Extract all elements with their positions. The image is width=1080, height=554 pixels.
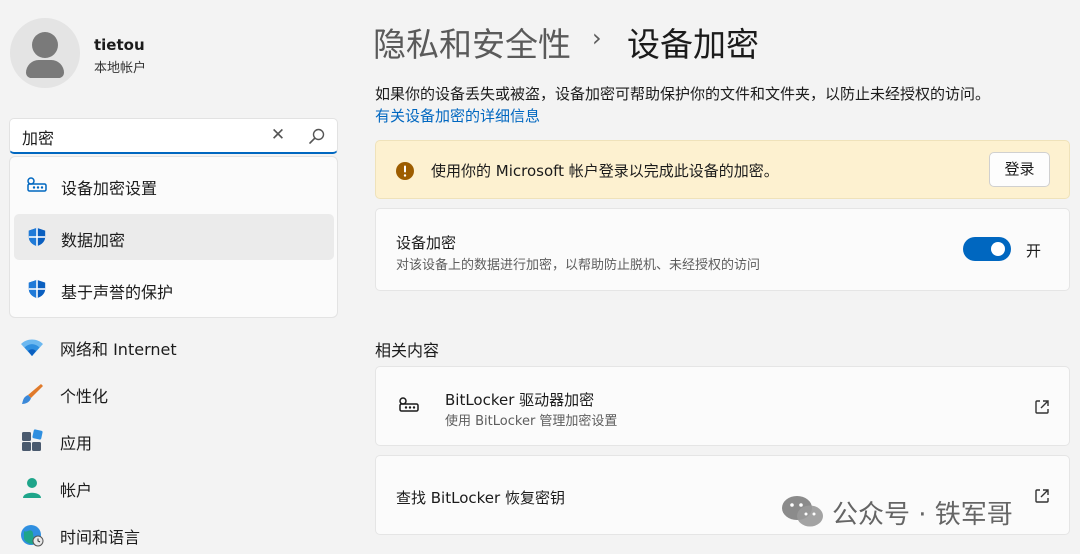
avatar-head [32, 32, 58, 58]
clear-search-icon[interactable]: ✕ [268, 125, 288, 145]
apps-icon [22, 429, 43, 451]
page-title: 设备加密 [627, 25, 759, 64]
watermark: 公众号 · 铁军哥 [780, 490, 1050, 532]
breadcrumb-separator: › [592, 24, 602, 52]
shield-icon [28, 279, 46, 299]
suggestion-data-encryption[interactable]: 数据加密 [14, 214, 334, 260]
sidebar-item-label: 应用 [60, 434, 93, 453]
warning-icon [396, 162, 414, 180]
recovery-key-title: 查找 BitLocker 恢复密钥 [396, 489, 565, 507]
bitlocker-card[interactable]: BitLocker 驱动器加密 使用 BitLocker 管理加密设置 [375, 366, 1070, 446]
suggestion-label: 数据加密 [61, 231, 126, 250]
sidebar-item-personalization[interactable]: 个性化 [14, 373, 334, 413]
toggle-state-label: 开 [1026, 242, 1042, 260]
sign-in-button[interactable]: 登录 [989, 152, 1050, 187]
suggestion-reputation-protection[interactable]: 基于声誉的保护 [14, 266, 334, 312]
signin-warning-banner: 使用你的 Microsoft 帐户登录以完成此设备的加密。 登录 [375, 140, 1070, 199]
watermark-text: 公众号 · 铁军哥 [832, 500, 1013, 530]
sidebar-item-time-language[interactable]: 时间和语言 [14, 514, 334, 554]
sidebar-item-accounts[interactable]: 帐户 [14, 467, 334, 507]
shield-icon [28, 227, 46, 247]
device-encryption-toggle[interactable] [963, 237, 1011, 261]
account-type: 本地帐户 [94, 61, 147, 76]
suggestion-label: 基于声誉的保护 [61, 283, 174, 302]
search-icon[interactable] [308, 127, 326, 145]
settings-search-box[interactable]: ✕ [9, 118, 338, 154]
suggestion-label: 设备加密设置 [61, 179, 158, 198]
more-info-link[interactable]: 有关设备加密的详细信息 [375, 105, 540, 126]
avatar[interactable] [10, 18, 80, 88]
key-icon [27, 177, 47, 192]
bitlocker-subtitle: 使用 BitLocker 管理加密设置 [445, 414, 618, 429]
breadcrumb-parent[interactable]: 隐私和安全性 [373, 18, 571, 66]
search-suggestions: 设备加密设置 数据加密 基于声誉的保护 [9, 156, 338, 318]
globe-clock-icon [21, 525, 44, 547]
person-icon [23, 478, 41, 498]
related-content-heading: 相关内容 [375, 341, 440, 360]
brush-icon [22, 384, 43, 404]
open-external-icon[interactable] [1033, 398, 1051, 416]
device-encryption-subtitle: 对该设备上的数据进行加密，以帮助防止脱机、未经授权的访问 [396, 258, 761, 273]
user-name: tietou [94, 36, 145, 54]
sidebar-item-label: 网络和 Internet [60, 340, 177, 359]
device-encryption-title: 设备加密 [396, 234, 457, 252]
wifi-icon [21, 339, 43, 356]
device-encryption-card: 设备加密 对该设备上的数据进行加密，以帮助防止脱机、未经授权的访问 开 [375, 208, 1070, 291]
key-icon [399, 397, 419, 412]
avatar-body [26, 60, 64, 78]
bitlocker-title: BitLocker 驱动器加密 [445, 391, 595, 409]
warning-message: 使用你的 Microsoft 帐户登录以完成此设备的加密。 [431, 162, 779, 180]
wechat-icon [782, 496, 823, 527]
sidebar-item-label: 时间和语言 [60, 528, 141, 547]
sidebar-item-label: 帐户 [60, 481, 93, 500]
sidebar-item-label: 个性化 [60, 387, 109, 406]
toggle-knob [991, 242, 1005, 256]
search-input[interactable] [20, 124, 264, 150]
page-description: 如果你的设备丢失或被盗，设备加密可帮助保护你的文件和文件夹，以防止未经授权的访问… [375, 85, 991, 103]
suggestion-device-encryption-settings[interactable]: 设备加密设置 [14, 162, 334, 208]
sidebar-item-apps[interactable]: 应用 [14, 420, 334, 460]
sidebar-item-network[interactable]: 网络和 Internet [14, 326, 334, 366]
